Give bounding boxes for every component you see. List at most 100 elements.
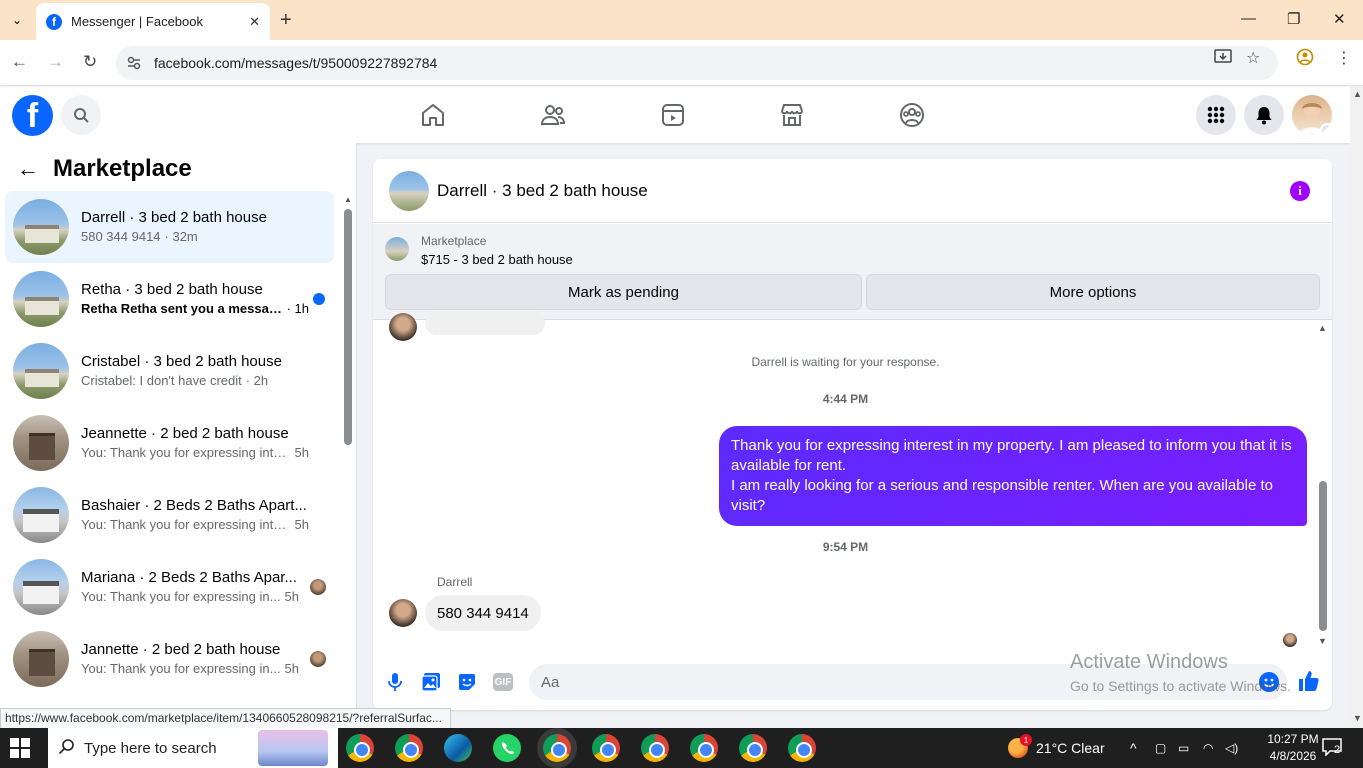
conversation-item[interactable]: Bashaier · 2 Beds 2 Baths Apart... You: … [5, 479, 334, 551]
forward-icon[interactable]: → [47, 52, 64, 72]
search-highlight-image [258, 730, 328, 766]
volume-icon[interactable]: ◁) [1225, 728, 1238, 768]
whatsapp-icon[interactable] [493, 734, 521, 762]
outgoing-message-line: I am really looking for a serious and re… [731, 477, 1273, 514]
minimize-icon[interactable]: — [1241, 10, 1256, 27]
back-icon[interactable]: ← [11, 52, 28, 72]
chrome-profile-icon[interactable] [592, 734, 620, 762]
info-icon[interactable]: i [1290, 181, 1310, 201]
photo-icon[interactable] [420, 671, 442, 693]
site-info-icon[interactable] [126, 55, 142, 71]
chat-panel: Darrell · 3 bed 2 bath house i Marketpla… [373, 159, 1332, 710]
listing-title[interactable]: $715 - 3 bed 2 bath house [421, 252, 573, 267]
restore-icon[interactable]: ❐ [1287, 10, 1300, 28]
conversation-item[interactable]: Jannette · 2 bed 2 bath house You: Thank… [5, 623, 334, 695]
close-window-icon[interactable]: ✕ [1333, 10, 1346, 28]
tab-search-icon[interactable]: ⌄ [6, 9, 28, 31]
menu-grid-icon[interactable] [1196, 95, 1236, 135]
page-scrollbar[interactable]: ▲ ▼ [1350, 87, 1363, 727]
marketplace-sidebar: ← Marketplace Darrell · 3 bed 2 bath hou… [0, 143, 357, 708]
read-receipt-avatar [1283, 633, 1297, 647]
notification-center-icon[interactable]: 2 [1322, 738, 1342, 759]
conversation-item[interactable]: Mariana · 2 Beds 2 Baths Apar... You: Th… [5, 551, 334, 623]
chat-scrollbar[interactable] [1319, 481, 1327, 631]
bookmark-star-icon[interactable]: ☆ [1246, 48, 1260, 68]
taskbar-search[interactable]: Type here to search [48, 728, 338, 768]
tab-messenger[interactable]: f Messenger | Facebook ✕ [36, 3, 270, 40]
tab-close-icon[interactable]: ✕ [249, 14, 260, 30]
search-icon[interactable] [61, 95, 101, 135]
windows-taskbar: Type here to search 1 21°C Clear ^ ▢ ▭ ◠… [0, 728, 1363, 768]
conversation-preview: Cristabel: I don't have credit [81, 373, 242, 388]
chrome-active-icon[interactable] [543, 734, 571, 762]
chrome-profile-icon[interactable] [395, 734, 423, 762]
chrome-profile-icon[interactable] [346, 734, 374, 762]
install-app-icon[interactable] [1214, 48, 1232, 71]
conversation-item[interactable]: Cristabel · 3 bed 2 bath house Cristabel… [5, 335, 334, 407]
activate-windows-watermark: Activate Windows Go to Settings to activ… [1070, 651, 1291, 694]
notifications-bell-icon[interactable] [1244, 95, 1284, 135]
windows-start-icon[interactable] [10, 738, 30, 758]
gif-icon[interactable]: GIF [492, 671, 514, 693]
conversation-time: · 2h [245, 373, 269, 388]
chrome-profile-icon[interactable] [641, 734, 669, 762]
outgoing-message[interactable]: Thank you for expressing interest in my … [719, 426, 1307, 526]
chrome-profile-icon[interactable] [788, 734, 816, 762]
scroll-up-arrow-icon[interactable]: ▲ [344, 195, 352, 204]
incoming-message[interactable]: 580 344 9414 [425, 595, 541, 631]
sidebar-scrollbar[interactable] [344, 209, 352, 445]
url-text: facebook.com/messages/t/950009227892784 [154, 55, 438, 71]
thumbs-up-icon[interactable] [1297, 669, 1321, 698]
marketplace-icon[interactable] [778, 101, 806, 129]
battery-icon[interactable]: ▭ [1178, 728, 1189, 768]
taskbar-clock[interactable]: 10:27 PM 4/8/2026 [1258, 731, 1328, 765]
chat-title[interactable]: Darrell · 3 bed 2 bath house [437, 181, 648, 201]
system-note: Darrell is waiting for your response. [751, 355, 940, 369]
conversation-item[interactable]: Retha · 3 bed 2 bath house Retha Retha s… [5, 263, 334, 335]
chat-scroll-down-icon[interactable]: ▼ [1318, 636, 1327, 646]
conversation-name: Bashaier · 2 Beds 2 Baths Apart... [81, 497, 307, 514]
mark-as-pending-button[interactable]: Mark as pending [385, 274, 862, 310]
tray-chevron-icon[interactable]: ^ [1130, 728, 1137, 768]
weather-widget[interactable]: 1 21°C Clear [1008, 728, 1105, 768]
profile-icon[interactable] [1296, 48, 1314, 71]
facebook-logo-icon[interactable]: f [12, 95, 53, 136]
account-avatar[interactable]: ⌄ [1292, 95, 1332, 135]
listing-thumbnail [13, 199, 69, 255]
chrome-profile-icon[interactable] [690, 734, 718, 762]
conversation-item[interactable]: Jeannette · 2 bed 2 bath house You: Than… [5, 407, 334, 479]
account-chevron-icon[interactable]: ⌄ [1320, 123, 1332, 135]
browser-toolbar: ← → ↻ facebook.com/messages/t/9500092278… [0, 40, 1363, 86]
facebook-header: f ⌄ [0, 87, 1350, 143]
chat-scroll-up-icon[interactable]: ▲ [1318, 323, 1327, 333]
conversation-name: Cristabel · 3 bed 2 bath house [81, 353, 282, 370]
back-arrow-icon[interactable]: ← [17, 156, 39, 182]
weather-badge: 1 [1020, 734, 1032, 746]
chat-listing-thumbnail[interactable] [389, 170, 429, 211]
conversation-preview: You: Thank you for expressing inter... [81, 517, 291, 532]
address-bar[interactable]: facebook.com/messages/t/950009227892784 [116, 46, 1278, 80]
conversation-item[interactable]: Darrell · 3 bed 2 bath house 580 344 941… [5, 191, 334, 263]
new-tab-icon[interactable]: + [280, 9, 292, 32]
conversation-preview: 580 344 9414 [81, 229, 161, 244]
browser-menu-icon[interactable]: ⋮ [1336, 48, 1352, 68]
sticker-icon[interactable] [456, 671, 478, 693]
page-scroll-up-icon[interactable]: ▲ [1353, 89, 1362, 99]
home-icon[interactable] [419, 101, 447, 129]
weather-text: 21°C Clear [1036, 740, 1105, 756]
wifi-icon[interactable]: ◠ [1203, 728, 1213, 768]
meet-now-icon[interactable]: ▢ [1155, 728, 1166, 768]
more-options-button[interactable]: More options [866, 274, 1320, 310]
groups-icon[interactable] [898, 101, 926, 129]
reload-icon[interactable]: ↻ [83, 52, 97, 72]
weather-icon: 1 [1008, 734, 1032, 758]
microphone-icon[interactable] [384, 671, 406, 693]
sender-avatar[interactable] [389, 599, 417, 627]
chrome-profile-icon[interactable] [739, 734, 767, 762]
video-icon[interactable] [659, 101, 687, 129]
page-scroll-down-icon[interactable]: ▼ [1353, 713, 1362, 723]
listing-thumbnail [13, 271, 69, 327]
friends-icon[interactable] [539, 101, 567, 129]
edge-icon[interactable] [444, 734, 472, 762]
conversation-preview: You: Thank you for expressing in... [81, 589, 281, 604]
